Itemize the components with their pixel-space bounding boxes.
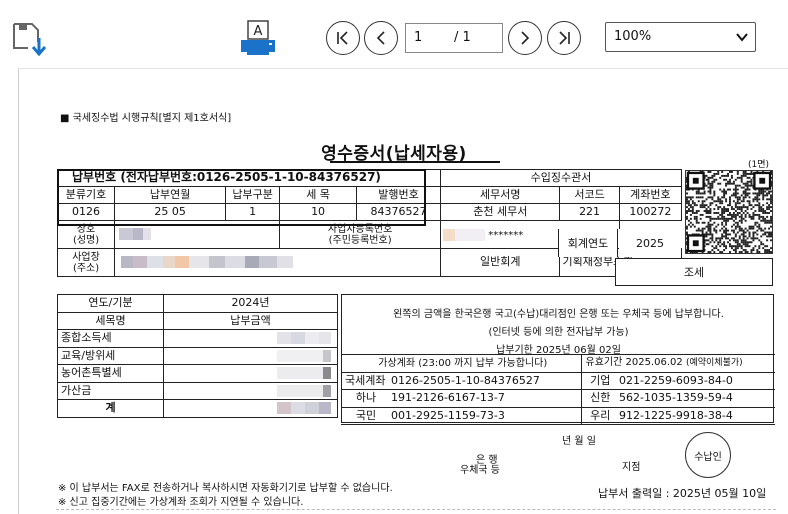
value-cell: 1 [225,203,281,221]
header-cell: 계좌번호 [618,186,683,204]
tax-item: 농어촌특별세 [57,364,164,383]
account-number: 021-2259-6093-84-0 [615,371,776,390]
address-value [114,248,442,277]
next-page-button[interactable] [508,21,542,55]
chevron-left-icon [376,31,385,45]
amount-cell [163,329,338,348]
amount-cell [163,381,338,400]
value-cell: 100272 [618,203,683,221]
bank-name: 하나 [341,389,387,408]
receipt-date: 년 월 일 [562,436,596,447]
header-cell: 분류기호 [56,186,116,204]
prev-page-button[interactable] [364,21,398,55]
bank-name: 국세계좌 [341,371,387,390]
name-label: 상호 (성명) [56,220,116,249]
address-label: 사업장 (주소) [56,248,116,277]
amount-cell [163,364,338,383]
header-cell: 납부구분 [225,186,281,204]
account-number: 0126-2505-1-10-84376527 [387,371,581,390]
valid-period: 유효기간 2025.06.02 (예약이체불가) [580,354,776,373]
tax-item: 가산금 [57,381,164,400]
bank-name: 기업 [580,371,615,390]
header-cell: 세무서명 [440,186,561,204]
viewer-toolbar: A 1 / 1 100% [0,0,788,70]
tax-item-total: 계 [57,399,164,418]
account-number: 001-2925-1159-73-3 [387,406,581,425]
header-cell: 납부연월 [114,186,227,204]
chevron-right-icon [521,31,530,45]
virtual-account-label: 가상계좌 (23:00 까지 납부 가능합니다) [341,354,581,373]
account-number: 562-1035-1359-59-4 [615,389,776,408]
first-page-icon [337,31,348,45]
tax-item-label: 세목명 [57,311,164,330]
notice-line-1: 왼쪽의 금액을 한국은행 국고(수납)대리점인 은행 또는 우체국 등에 납부합… [393,309,724,320]
year-period-label: 연도/기분 [57,294,164,313]
bank-name: 우리 [580,406,615,425]
header-cell: 세 목 [279,186,357,204]
tax-item: 종합소득세 [57,329,164,348]
bank-name: 신한 [580,389,615,408]
collector-office-label: 수입징수관서 [440,169,682,187]
value-cell: 221 [559,203,620,221]
print-icon[interactable]: A [238,18,278,58]
footnote-2: ※ 신고 집중기간에는 가상계좌 조회가 지연될 수 있습니다. [58,497,304,508]
print-icon-letter: A [254,24,263,39]
title-underline [330,161,500,163]
payment-notice-box: 왼쪽의 금액을 한국은행 국고(수납)대리점인 은행 또는 우체국 등에 납부합… [341,294,776,425]
form-number: ■ 국세징수법 시행규칙[별지 제1호서식] [60,113,232,124]
virtual-account-table: 가상계좌 (23:00 까지 납부 가능합니다) 유효기간 2025.06.02… [341,354,776,425]
cut-line [56,509,776,510]
chevron-down-icon [736,33,748,42]
last-page-icon [559,31,570,45]
year-period: 2024년 [163,294,338,313]
name-value [114,220,281,249]
tax-kind: 조세 [615,258,773,286]
last-page-button[interactable] [547,21,581,55]
value-cell: 0126 [56,203,116,221]
valid-date: 유효기간 2025.06.02 [585,357,683,369]
page-mark: (1면) [748,160,770,170]
document-viewport [18,68,788,514]
fiscal-year: 2025 [619,229,681,257]
amount-total [163,399,338,418]
amount-cell [163,346,338,365]
account-number: 912-1225-9918-38-4 [615,406,776,425]
footnote-1: ※ 이 납부서는 FAX로 전송하거나 복사하시면 자동화기기로 납부할 수 없… [58,483,393,494]
amount-label: 납부금액 [163,311,338,330]
total-pages: / 1 [454,30,471,45]
payment-info-table: 납부번호 (전자납부번호:0126-2505-1-10-84376527) 수입… [56,169,683,277]
page-number-input[interactable]: 1 / 1 [405,23,503,53]
account-number: 191-2126-6167-13-7 [387,389,581,408]
branch-label: 지점 [622,462,641,473]
header-cell: 발행번호 [355,186,442,204]
first-page-button[interactable] [326,21,360,55]
valid-note: (예약이체불가) [685,358,743,369]
value-cell: 춘천 세무서 [440,203,561,221]
value-cell: 10 [279,203,357,221]
bank-name: 국민 [341,406,387,425]
bizno-label: 사업자등록번호 (주민등록번호) [279,220,442,249]
fiscal-year-label: 회계연도 [558,229,618,257]
account-type: 일반회계 [440,248,561,277]
value-cell: 25 05 [114,203,227,221]
qr-code [685,170,773,254]
masked-id: ******* [488,229,524,241]
value-cell: 84376527 [355,203,442,221]
header-cell: 서코드 [559,186,620,204]
receipt-stamp: 수납인 [685,432,731,478]
printed-date: 납부서 출력일 : 2025년 05월 10일 [598,487,767,500]
post-office-label: 우체국 등 [460,465,500,476]
tax-item: 교육/방위세 [57,346,164,365]
payment-number: 납부번호 (전자납부번호:0126-2505-1-10-84376527) [56,169,442,187]
tax-amount-table: 연도/기분 2024년 세목명 납부금액 종합소득세 교육/방위세 농어촌특별세… [57,294,338,418]
save-icon[interactable] [10,20,50,58]
notice-line-2: (인터넷 등에 의한 전자납부 가능) [488,327,629,338]
zoom-select[interactable]: 100% [605,22,756,52]
current-page: 1 [414,30,423,45]
zoom-value: 100% [614,29,652,44]
